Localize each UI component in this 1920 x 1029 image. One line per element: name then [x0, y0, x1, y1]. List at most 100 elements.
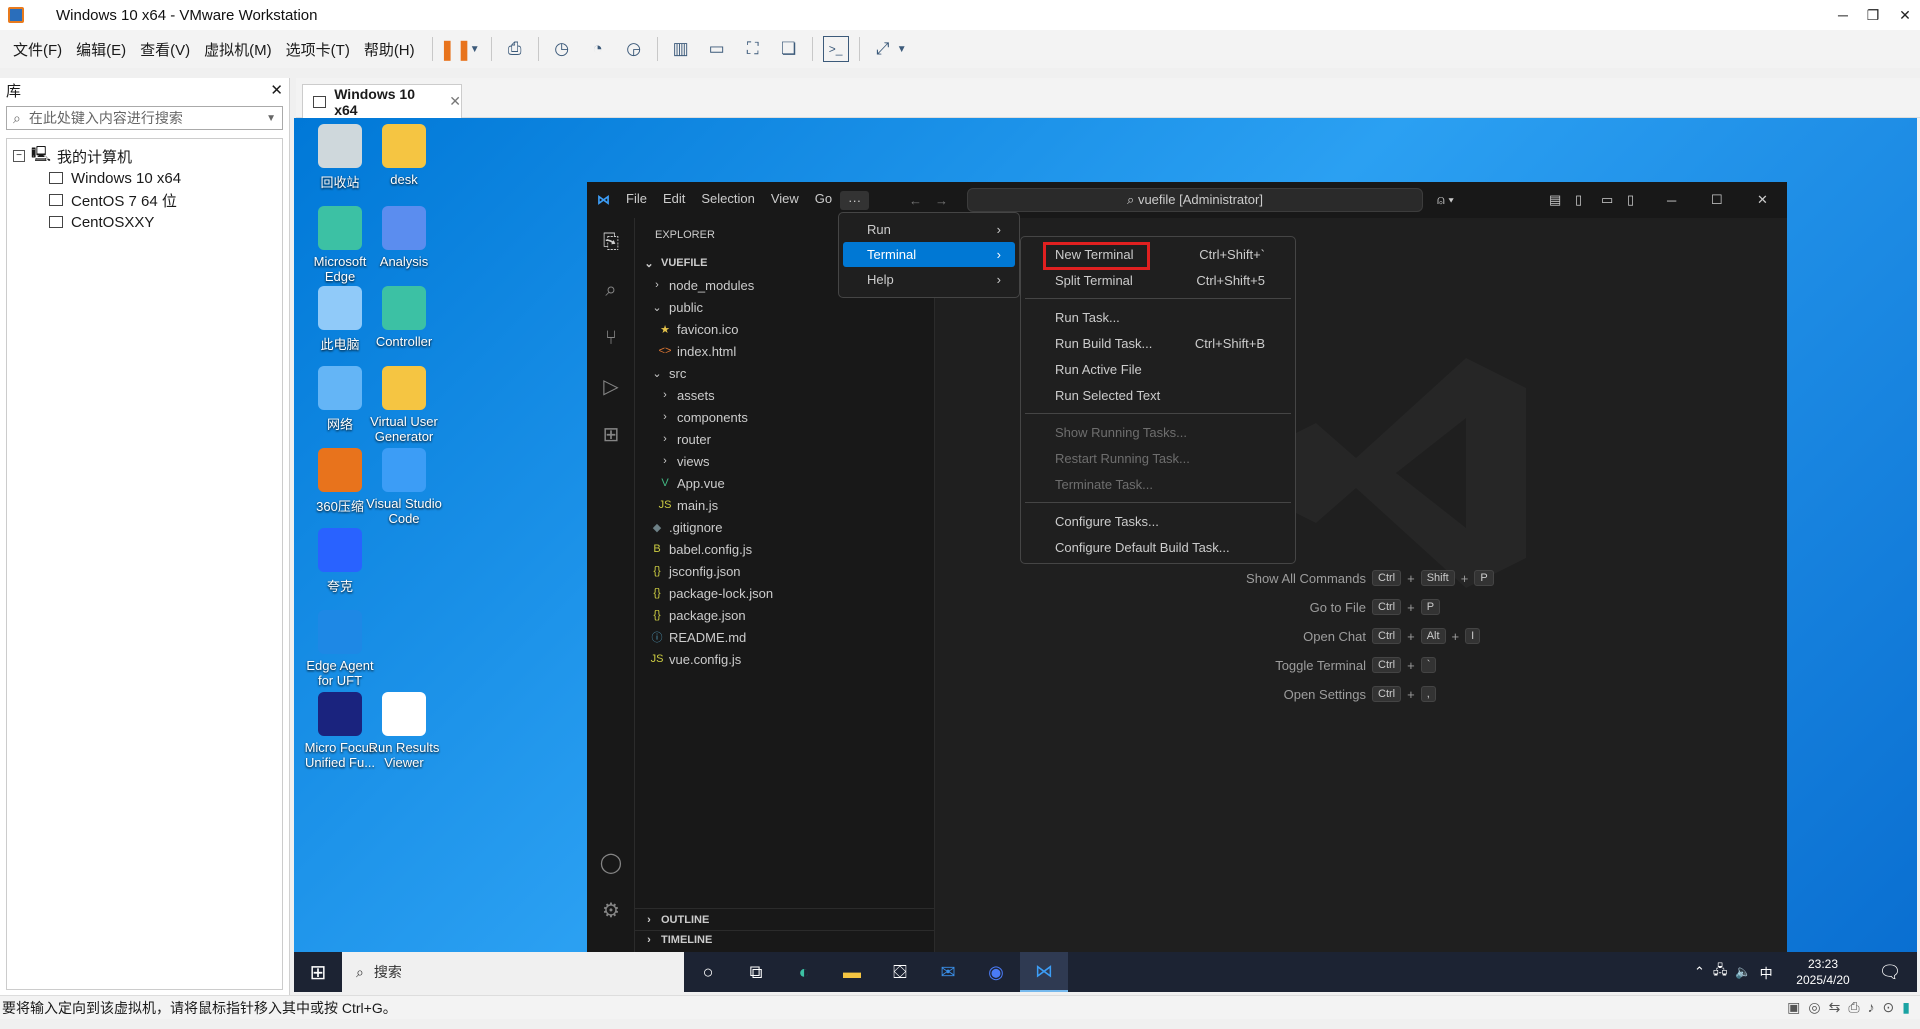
explorer-item[interactable]: ⌄ src — [635, 362, 934, 384]
copilot-icon[interactable]: ⍝ ▾ — [1437, 192, 1454, 208]
desktop-icon[interactable]: Visual Studio Code — [366, 448, 442, 526]
notification-icon[interactable]: 🗨 — [1866, 952, 1914, 992]
vm-tab[interactable]: Windows 10 x64 ✕ — [302, 84, 462, 118]
pause-icon[interactable]: ❚❚ — [439, 36, 473, 62]
explorer-item[interactable]: › assets — [635, 384, 934, 406]
command-center[interactable]: ⌕ vuefile [Administrator] — [967, 188, 1423, 212]
hdd-icon[interactable]: ▣ — [1787, 999, 1800, 1016]
unity-icon[interactable]: ❏ — [776, 36, 802, 62]
explorer-item[interactable]: › router — [635, 428, 934, 450]
network-adapter-icon[interactable]: ⇆ — [1829, 999, 1841, 1016]
usb-icon[interactable]: ⊙ — [1883, 999, 1895, 1016]
desktop-icon[interactable]: Virtual User Generator — [366, 366, 442, 444]
explorer-item[interactable]: <> index.html — [635, 340, 934, 362]
vscode-menu-item[interactable]: View — [763, 191, 807, 210]
thumbnail-bar-icon[interactable]: ▭ — [704, 36, 730, 62]
task-view-icon[interactable]: ⧉ — [732, 952, 780, 992]
extensions-icon[interactable]: ⊞ — [587, 410, 635, 458]
explorer-item[interactable]: {} jsconfig.json — [635, 560, 934, 582]
shortcut-hint[interactable]: Open Chat Ctrl + Alt + I — [1166, 628, 1481, 644]
volume-icon[interactable]: 🔈 — [1735, 964, 1751, 980]
stretch-icon[interactable]: ⤢ — [870, 36, 896, 62]
menu-item[interactable]: 编辑(E) — [69, 39, 133, 60]
back-icon[interactable]: ← — [909, 193, 922, 208]
chevron-down-icon[interactable]: ▼ — [266, 113, 276, 124]
forward-icon[interactable]: → — [935, 193, 948, 208]
cdrom-icon[interactable]: ◎ — [1808, 999, 1820, 1016]
minimize-button[interactable]: ─ — [1826, 0, 1860, 30]
vscode-menu-item[interactable]: Selection — [693, 191, 762, 210]
clock[interactable]: 23:23 2025/4/20 — [1788, 956, 1858, 988]
maximize-button[interactable]: ☐ — [1711, 192, 1723, 208]
explorer-icon[interactable]: ⎘ — [587, 218, 635, 266]
vm-list-item[interactable]: CentOSXXY — [13, 211, 276, 233]
desktop-icon[interactable]: Analysis — [366, 206, 442, 269]
menu-item[interactable]: 帮助(H) — [357, 39, 422, 60]
terminal-menu-item[interactable]: Configure Default Build Task... — [1025, 534, 1291, 560]
explorer-item[interactable]: › components — [635, 406, 934, 428]
printer-icon[interactable]: ⎙ — [1848, 999, 1859, 1016]
account-icon[interactable]: ◯ — [587, 838, 635, 886]
console-view-icon[interactable]: >_ — [822, 36, 849, 62]
chevron-up-icon[interactable]: ⌃ — [1694, 964, 1705, 980]
layout-icon[interactable]: ▤ — [1549, 192, 1561, 208]
explorer-item[interactable]: ⌄ public — [635, 296, 934, 318]
terminal-menu-item[interactable]: Run Selected Text — [1025, 382, 1291, 408]
vscode-taskbar-icon[interactable]: ⋈ — [1020, 952, 1068, 992]
collapse-icon[interactable]: − — [13, 150, 25, 162]
vm-list-item[interactable]: CentOS 7 64 位 — [13, 189, 276, 211]
close-icon[interactable]: ✕ — [270, 81, 283, 99]
close-button[interactable]: ✕ — [1757, 192, 1768, 208]
taskbar-search-input[interactable]: ⌕ 搜索 — [342, 952, 684, 992]
fullscreen-icon[interactable]: ⛶ — [740, 36, 766, 62]
explorer-item[interactable]: › views — [635, 450, 934, 472]
terminal-menu-item[interactable]: Configure Tasks... — [1025, 508, 1291, 534]
edge-icon[interactable]: ◐ — [780, 952, 828, 992]
settings-gear-icon[interactable]: ⚙ — [587, 886, 635, 934]
vscode-menu-item[interactable]: File — [618, 191, 655, 210]
search-icon[interactable]: ⌕ — [587, 266, 635, 314]
network-icon[interactable]: 🖧 — [1713, 961, 1728, 983]
terminal-menu-item[interactable]: Run Task... — [1025, 304, 1291, 330]
menu-item[interactable]: 虚拟机(M) — [197, 39, 279, 60]
terminal-menu-item[interactable]: Split Terminal Ctrl+Shift+5 — [1025, 267, 1291, 293]
explorer-item[interactable]: Bbabel.config.js — [635, 538, 934, 560]
file-explorer-icon[interactable]: ▬ — [828, 952, 876, 992]
chevron-down-icon[interactable]: ▼ — [896, 36, 908, 62]
mail-icon[interactable]: ✉ — [924, 952, 972, 992]
shortcut-hint[interactable]: Go to File Ctrl + P — [1166, 599, 1441, 615]
run-debug-icon[interactable]: ▷ — [587, 362, 635, 410]
overflow-menu-item[interactable]: Run › — [843, 217, 1015, 242]
timeline-section[interactable]: › TIMELINE — [635, 930, 935, 948]
shortcut-hint[interactable]: Toggle Terminal Ctrl + ` — [1166, 657, 1437, 673]
vscode-menu-item[interactable]: Go — [807, 191, 840, 210]
outline-section[interactable]: › OUTLINE — [635, 908, 935, 930]
explorer-item[interactable]: ⓘ README.md — [635, 626, 934, 648]
close-button[interactable]: ✕ — [1888, 0, 1920, 30]
menu-item[interactable]: 选项卡(T) — [279, 39, 357, 60]
explorer-item[interactable]: JS vue.config.js — [635, 648, 934, 670]
start-icon[interactable]: ⊞ — [294, 952, 342, 992]
vscode-menu-item[interactable]: Edit — [655, 191, 693, 210]
snapshot-icon[interactable]: ◷ — [549, 36, 575, 62]
send-keys-icon[interactable]: ⎙ — [502, 36, 528, 62]
ime-indicator[interactable]: 中 — [1760, 963, 1773, 982]
show-library-icon[interactable]: ▥ — [668, 36, 694, 62]
revert-snapshot-icon[interactable]: ◔ — [585, 36, 611, 62]
chevron-down-icon[interactable]: ▼ — [469, 36, 481, 62]
shortcut-hint[interactable]: Show All Commands Ctrl + Shift + P — [1166, 570, 1494, 586]
explorer-item[interactable]: V App.vue — [635, 472, 934, 494]
desktop-icon[interactable]: Edge Agent for UFT — [302, 610, 378, 688]
desktop-icon[interactable]: Run Results Viewer — [366, 692, 442, 770]
explorer-item[interactable]: ◆ .gitignore — [635, 516, 934, 538]
desktop-icon[interactable]: desk — [366, 124, 442, 187]
toggle-sidebar-icon[interactable]: ▯ — [1575, 192, 1582, 208]
source-control-icon[interactable]: ⑂ — [587, 314, 635, 362]
snapshot-manager-icon[interactable]: ◶ — [621, 36, 647, 62]
explorer-item[interactable]: JS main.js — [635, 494, 934, 516]
explorer-item[interactable]: ★ favicon.ico — [635, 318, 934, 340]
desktop-icon[interactable]: Controller — [366, 286, 442, 349]
menu-item[interactable]: 查看(V) — [133, 39, 197, 60]
toggle-panel-icon[interactable]: ▭ — [1601, 192, 1613, 208]
terminal-menu-item[interactable]: Run Build Task... Ctrl+Shift+B — [1025, 330, 1291, 356]
